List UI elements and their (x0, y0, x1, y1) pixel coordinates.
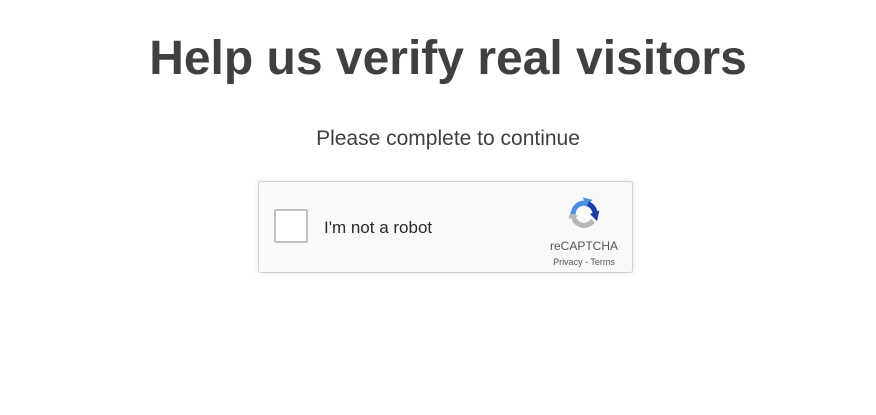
recaptcha-logo-icon (568, 197, 600, 228)
page-title: Help us verify real visitors (149, 32, 747, 85)
page-subtitle: Please complete to continue (316, 127, 580, 150)
terms-link[interactable]: Terms (590, 257, 615, 267)
recaptcha-brand-text: reCAPTCHA (549, 239, 618, 253)
not-a-robot-checkbox[interactable] (274, 209, 308, 243)
recaptcha-branding: reCAPTCHA Privacy - Terms (536, 182, 632, 272)
not-a-robot-label[interactable]: I'm not a robot (324, 218, 432, 238)
privacy-link[interactable]: Privacy (553, 257, 583, 267)
recaptcha-widget: I'm not a robot reCAPTCHA Privacy - Term… (258, 181, 633, 273)
recaptcha-legal-links: Privacy - Terms (536, 257, 632, 268)
